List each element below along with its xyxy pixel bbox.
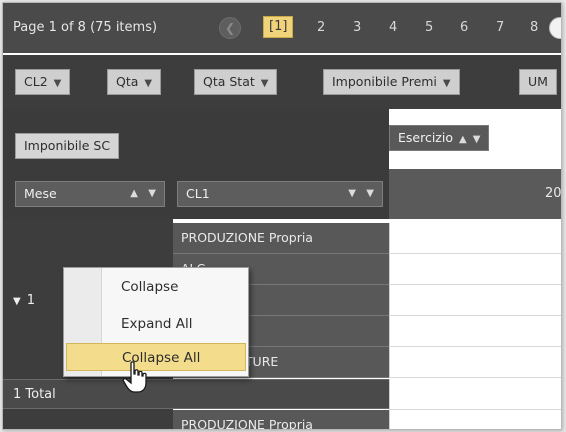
field-label: Esercizio [398, 130, 453, 145]
filter-icon[interactable]: ▼ [443, 72, 451, 96]
filter-icon[interactable]: ▼ [261, 72, 269, 96]
column-header-year[interactable]: 20 [389, 169, 561, 219]
column-header-area: Imponibile SC Esercizio ▲ ▼ Mese ▲ ▼ CL1 ▼ ▼ 2… [3, 109, 561, 219]
page-2[interactable]: 2 [317, 20, 325, 35]
sort-desc-icon[interactable]: ▼ [348, 182, 356, 206]
page-6[interactable]: 6 [460, 20, 468, 35]
field-label: Imponibile Premi [332, 74, 437, 89]
filter-icon[interactable]: ▼ [366, 182, 374, 206]
row-field-mese[interactable]: Mese ▲ ▼ [15, 181, 165, 207]
filter-icon[interactable]: ▼ [144, 72, 152, 96]
pager: Page 1 of 8 (75 items) ❮ [1] 2 3 4 5 6 7… [3, 3, 561, 53]
column-field-esercizio[interactable]: Esercizio ▲ ▼ [389, 125, 490, 152]
filter-icon[interactable]: ▼ [148, 182, 156, 206]
filter-icon[interactable]: ▼ [473, 128, 481, 152]
data-cell[interactable] [389, 223, 561, 254]
filter-field-qta[interactable]: Qta ▼ [107, 69, 162, 96]
chevron-left-icon[interactable]: ❮ [219, 17, 241, 39]
filter-header-area: CL2 ▼ Qta ▼ Qta Stat ▼ Imponibile Premi ▼ UM [3, 55, 561, 109]
data-cell[interactable] [389, 316, 561, 347]
chevron-down-icon[interactable]: ▼ [13, 296, 21, 307]
data-cell[interactable] [389, 285, 561, 316]
sort-asc-icon[interactable]: ▲ [459, 128, 467, 152]
field-label: UM [528, 74, 548, 89]
filter-field-cl2[interactable]: CL2 ▼ [15, 69, 71, 96]
page-8[interactable]: 8 [530, 20, 538, 35]
context-menu: Collapse Expand All Collapse All [63, 267, 249, 377]
field-label: CL1 [186, 186, 210, 201]
data-cell[interactable] [389, 410, 561, 429]
menu-item-collapse[interactable]: Collapse [104, 273, 246, 301]
row-header-cl1[interactable]: PRODUZIONE Propria [173, 223, 389, 254]
data-cell[interactable] [389, 347, 561, 378]
pager-info: Page 1 of 8 (75 items) [13, 20, 158, 35]
page-5[interactable]: 5 [425, 20, 433, 35]
row-header-mese[interactable]: ▼ 1 [13, 293, 35, 308]
page-4[interactable]: 4 [389, 20, 397, 35]
row-total[interactable]: 1 Total [3, 379, 389, 409]
data-cell[interactable] [389, 254, 561, 285]
page-3[interactable]: 3 [353, 20, 361, 35]
field-label: Qta Stat [203, 74, 255, 89]
data-cell[interactable] [389, 379, 561, 410]
page-current[interactable]: [1] [263, 16, 294, 38]
hand-cursor-icon [122, 361, 147, 393]
data-field-imponibile-sc[interactable]: Imponibile SC [15, 133, 120, 159]
field-label: CL2 [24, 74, 48, 89]
filter-field-imponibile-premi[interactable]: Imponibile Premi ▼ [323, 69, 460, 95]
menu-item-collapse-all[interactable]: Collapse All [66, 343, 246, 371]
row-field-cl1[interactable]: CL1 ▼ ▼ [177, 181, 383, 207]
filter-icon[interactable]: ▼ [54, 72, 62, 96]
field-label: Mese [24, 186, 57, 201]
mese-value: 1 [26, 293, 35, 308]
chevron-right-icon[interactable] [549, 17, 561, 39]
sort-asc-icon[interactable]: ▲ [130, 182, 138, 206]
filter-field-qta-stat[interactable]: Qta Stat ▼ [194, 69, 278, 96]
filter-field-um[interactable]: UM [519, 69, 557, 95]
pivot-grid: Page 1 of 8 (75 items) ❮ [1] 2 3 4 5 6 7… [2, 2, 562, 430]
menu-item-expand-all[interactable]: Expand All [104, 310, 246, 338]
row-header-cl1[interactable]: PRODUZIONE Propria [173, 410, 389, 429]
page-7[interactable]: 7 [496, 20, 504, 35]
field-label: Qta [116, 74, 139, 89]
